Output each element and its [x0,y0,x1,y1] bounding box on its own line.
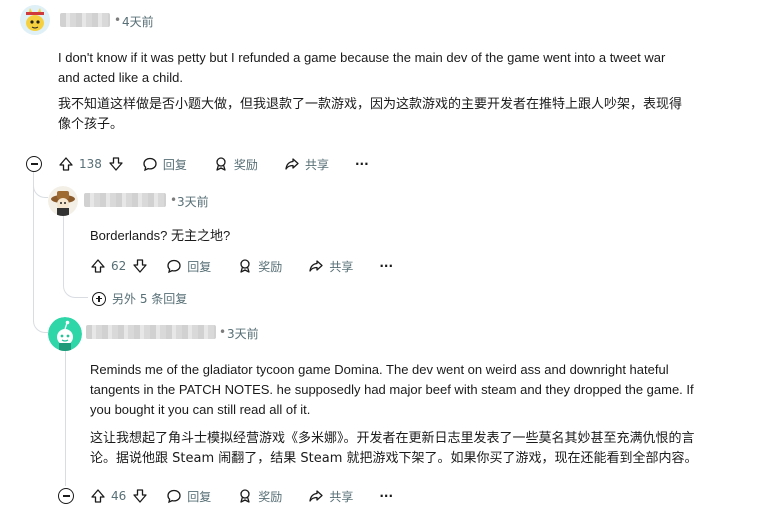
reply-icon [167,259,181,274]
username-redacted[interactable] [86,325,216,339]
comment-line: you bought it you can still read all of … [90,402,311,417]
downvote-icon [133,259,147,273]
upvote-button[interactable]: 46 [90,488,126,504]
share-icon [285,158,299,170]
upvote-icon [59,157,73,171]
reply-label: 回复 [187,259,212,274]
upvote-icon [91,259,105,273]
more-icon: ··· [354,157,369,171]
more-replies-label: 另外 5 条回复 [112,292,188,306]
vote-count: 138 [79,157,102,171]
comment-line: tangents in the PATCH NOTES. he supposed… [90,382,694,397]
more-icon: ··· [379,489,394,503]
share-icon [309,490,323,502]
timestamp: 4天前 [122,15,154,29]
reply-button[interactable]: 回复 [142,156,187,173]
comment-line: I don't know if it was petty but I refun… [58,50,666,65]
more-replies-link[interactable]: 另外 5 条回复 [92,290,187,307]
award-icon [216,157,226,171]
thread-connector [33,318,48,333]
comment-line: 这让我想起了角斗士模拟经营游戏《多米娜》。开发者在更新日志里发表了一些莫名其妙甚… [90,431,695,446]
share-button[interactable]: 共享 [284,156,329,173]
upvote-button[interactable]: 138 [58,156,102,172]
timestamp: 3天前 [177,195,209,209]
comment-line: and acted like a child. [58,70,184,85]
comment-body-en: I don't know if it was petty but I refun… [58,48,665,88]
reply-icon [143,157,157,172]
reply-label: 回复 [187,489,212,504]
avatar[interactable] [20,5,50,35]
award-button[interactable]: 奖励 [213,156,258,173]
avatar[interactable] [48,317,82,351]
share-label: 共享 [329,259,354,274]
comment-body-cn: 我不知道这样做是否小题大做，但我退款了一款游戏，因为这款游戏的主要开发者在推特上… [58,95,682,135]
downvote-icon [133,489,147,503]
comment-line: Borderlands? 无主之地? [90,228,231,243]
downvote-button[interactable] [132,258,148,274]
thread-connector [33,183,48,198]
vote-count: 46 [111,489,127,503]
comment-thread: • 4天前 I don't know if it was petty but I… [0,0,764,513]
award-icon [240,489,250,503]
upvote-button[interactable]: 62 [90,258,126,274]
share-icon [309,260,323,272]
share-label: 共享 [304,157,329,172]
separator-dot: • [219,325,227,339]
award-icon [240,259,250,273]
reply-icon [167,489,181,504]
comment-body-cn: 这让我想起了角斗士模拟经营游戏《多米娜》。开发者在更新日志里发表了一些莫名其妙甚… [90,429,697,469]
vote-count: 62 [111,259,127,273]
comment-body-en: Borderlands? 无主之地? [90,226,230,246]
avatar[interactable] [48,186,78,216]
downvote-button[interactable] [132,488,148,504]
comment-line: 我不知道这样做是否小题大做，但我退款了一款游戏，因为这款游戏的主要开发者在推特上… [58,97,683,112]
share-button[interactable]: 共享 [308,488,353,505]
comment-body-en: Reminds me of the gladiator tycoon game … [90,360,694,420]
collapse-icon[interactable] [26,156,42,172]
upvote-icon [91,489,105,503]
username-redacted[interactable] [84,193,166,207]
comment-line: 像个孩子。 [58,117,124,132]
comment-line: 论。据说他跟 Steam 闹翻了，结果 Steam 就把游戏下架了。如果你买了游… [90,451,698,466]
comment-actions: 138 回复 奖励 共享 ··· [58,153,369,175]
more-icon: ··· [379,259,394,273]
downvote-icon [109,157,123,171]
timestamp: 3天前 [227,327,259,341]
thread-connector [63,283,88,298]
comment-line: Reminds me of the gladiator tycoon game … [90,362,669,377]
award-label: 奖励 [258,259,283,274]
comment-actions: 46 回复 奖励 共享 ··· [90,485,393,507]
downvote-button[interactable] [108,156,124,172]
thread-line [65,351,66,486]
separator-dot: • [114,13,122,27]
reply-label: 回复 [162,157,187,172]
more-options-button[interactable]: ··· [379,489,393,503]
thread-line [63,216,64,286]
thread-line [33,172,34,322]
reply-button[interactable]: 回复 [166,258,211,275]
collapse-icon[interactable] [58,488,74,504]
award-button[interactable]: 奖励 [237,258,282,275]
share-label: 共享 [329,489,354,504]
more-options-button[interactable]: ··· [379,259,393,273]
more-options-button[interactable]: ··· [355,157,369,171]
award-button[interactable]: 奖励 [237,488,282,505]
comment-actions: 62 回复 奖励 共享 ··· [90,255,393,277]
share-button[interactable]: 共享 [308,258,353,275]
username-redacted[interactable] [60,13,110,27]
reply-button[interactable]: 回复 [166,488,211,505]
award-label: 奖励 [258,489,283,504]
award-label: 奖励 [233,157,258,172]
expand-icon [92,291,106,306]
